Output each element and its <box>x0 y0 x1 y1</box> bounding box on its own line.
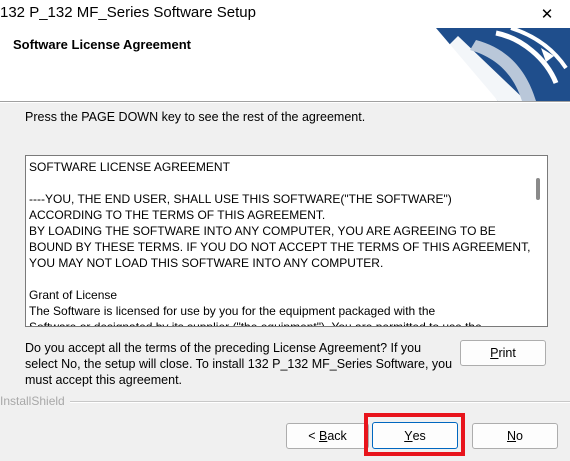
installshield-divider-highlight <box>70 402 570 403</box>
back-button[interactable]: < Back <box>286 423 369 449</box>
no-accel: N <box>507 429 517 443</box>
installshield-label: InstallShield <box>0 394 65 408</box>
scroll-thumb[interactable] <box>536 178 540 200</box>
no-label-rest: o <box>516 429 523 443</box>
back-prefix: < <box>308 429 319 443</box>
print-label-rest: rint <box>498 346 516 360</box>
page-title: Software License Agreement <box>13 37 191 52</box>
license-agreement-textbox[interactable]: SOFTWARE LICENSE AGREEMENT ----YOU, THE … <box>25 155 548 327</box>
back-label-rest: ack <box>327 429 347 443</box>
back-accel: B <box>318 429 328 443</box>
close-icon: ✕ <box>540 6 554 23</box>
header-divider-highlight <box>0 102 570 103</box>
print-accel: P <box>490 346 499 360</box>
window-title: 132 P_132 MF_Series Software Setup <box>0 4 256 21</box>
close-button[interactable]: ✕ <box>524 0 570 28</box>
instruction-text: Press the PAGE DOWN key to see the rest … <box>25 110 366 124</box>
print-button[interactable]: Print <box>460 340 546 366</box>
yes-button-highlight <box>364 413 465 456</box>
setup-logo-icon <box>436 28 570 101</box>
title-bar: 132 P_132 MF_Series Software Setup ✕ <box>0 0 570 28</box>
license-text: SOFTWARE LICENSE AGREEMENT ----YOU, THE … <box>29 160 531 327</box>
accept-question-text: Do you accept all the terms of the prece… <box>25 341 453 387</box>
no-button[interactable]: No <box>472 423 558 449</box>
license-scrollbar[interactable] <box>530 156 547 326</box>
header-panel: Software License Agreement <box>0 28 570 101</box>
